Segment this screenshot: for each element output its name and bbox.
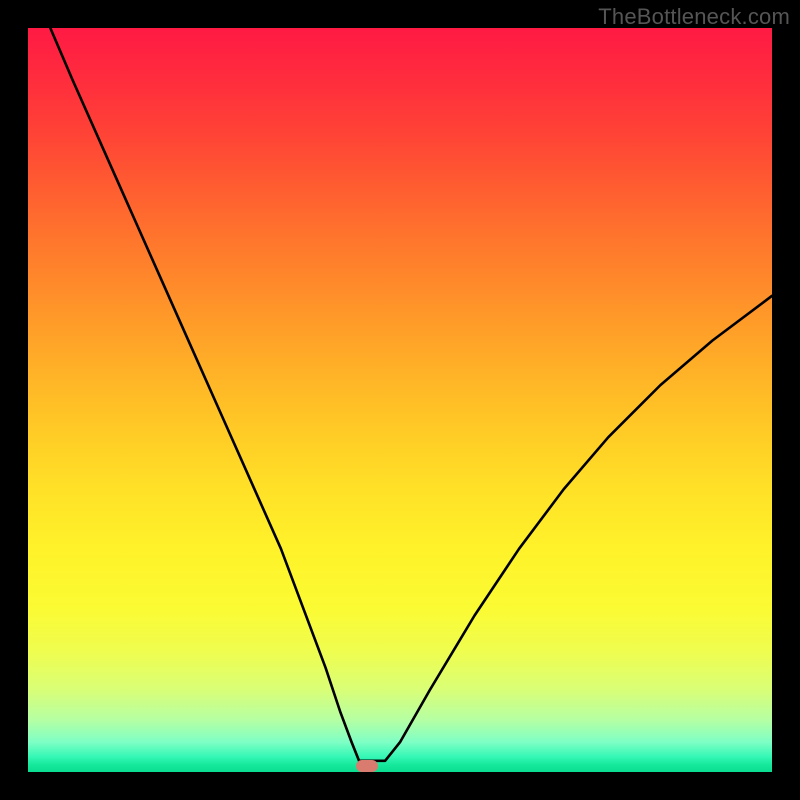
watermark-label: TheBottleneck.com xyxy=(598,4,790,30)
bottleneck-curve xyxy=(50,28,772,761)
chart-frame: TheBottleneck.com xyxy=(0,0,800,800)
plot-area xyxy=(28,28,772,772)
optimal-point-marker xyxy=(356,760,378,772)
curve-svg xyxy=(28,28,772,772)
